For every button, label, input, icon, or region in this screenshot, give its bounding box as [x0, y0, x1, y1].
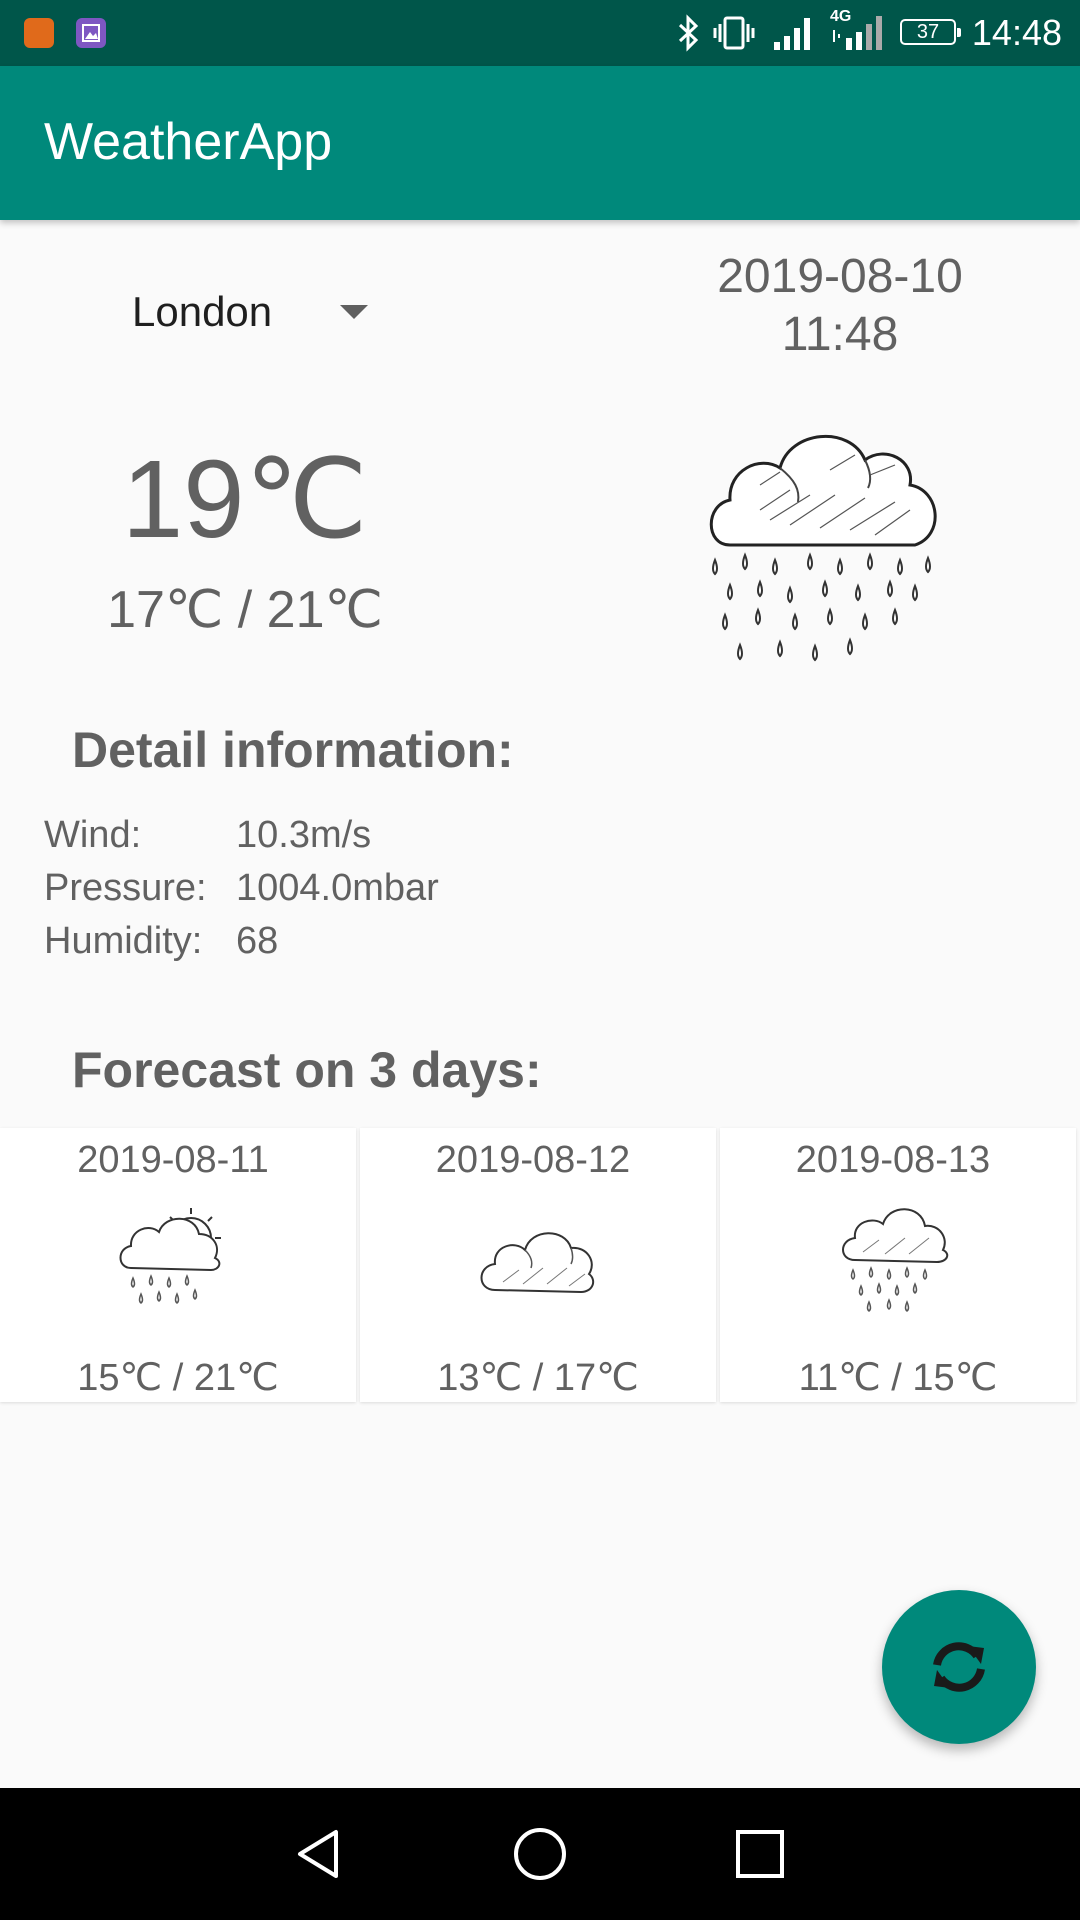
- forecast-card[interactable]: 2019-08-12 13℃ / 17℃: [360, 1128, 716, 1402]
- vibrate-icon: [712, 14, 756, 57]
- app-bar: WeatherApp: [0, 66, 1080, 220]
- navigation-bar: [0, 1788, 1080, 1920]
- city-name: London: [132, 288, 273, 335]
- humidity-value: 68: [236, 920, 279, 962]
- forecast-list: 2019-08-11 15℃ / 21℃ 2019-08-12 13℃ / 17…: [0, 1128, 1080, 1402]
- cloud-icon: [473, 1190, 603, 1320]
- recents-icon[interactable]: [730, 1824, 790, 1884]
- humidity-label: Humidity:: [44, 920, 203, 962]
- forecast-temps: 11℃ / 15℃: [798, 1357, 998, 1399]
- gallery-app-icon: [76, 18, 106, 48]
- status-time: 14:48: [971, 12, 1062, 53]
- current-temperature: 19℃: [122, 438, 368, 561]
- current-time: 11:48: [781, 308, 899, 361]
- pressure-label: Pressure:: [44, 867, 207, 909]
- forecast-temps: 13℃ / 17℃: [437, 1357, 639, 1399]
- signal-4g-icon: 4G: [828, 8, 886, 57]
- battery-icon: 37: [900, 19, 961, 45]
- forecast-temps: 15℃ / 21℃: [77, 1357, 279, 1399]
- current-min-max: 17℃ / 21℃: [107, 581, 383, 639]
- wind-label: Wind:: [44, 814, 142, 856]
- forecast-date: 2019-08-12: [435, 1139, 631, 1181]
- current-date: 2019-08-10: [717, 250, 963, 303]
- pressure-value: 1004.0mbar: [236, 867, 439, 909]
- wind-value: 10.3m/s: [236, 814, 372, 856]
- home-icon[interactable]: [510, 1824, 570, 1884]
- rain-cloud-icon: [700, 410, 960, 680]
- dropdown-arrow-icon: [340, 305, 368, 319]
- refresh-icon: [933, 1642, 985, 1692]
- refresh-button[interactable]: [882, 1590, 1036, 1744]
- forecast-title: Forecast on 3 days:: [72, 1042, 542, 1098]
- rain-cloud-icon: [833, 1190, 963, 1320]
- detail-title: Detail information:: [72, 722, 514, 778]
- signal-icon: [772, 14, 816, 57]
- forecast-date: 2019-08-13: [795, 1139, 991, 1181]
- back-icon[interactable]: [290, 1824, 350, 1884]
- forecast-date: 2019-08-11: [77, 1139, 269, 1181]
- app-title: WeatherApp: [44, 113, 333, 171]
- bluetooth-icon: [676, 14, 702, 57]
- mi-app-icon: [24, 18, 54, 48]
- city-spinner[interactable]: London: [110, 280, 400, 344]
- status-bar: 4G 37 14:48: [0, 0, 1080, 66]
- forecast-card[interactable]: 2019-08-13 11℃ / 15℃: [720, 1128, 1076, 1402]
- network-type-label: 4G: [830, 8, 852, 25]
- forecast-card[interactable]: 2019-08-11 15℃ / 21℃: [0, 1128, 356, 1402]
- sun-rain-cloud-icon: [113, 1190, 243, 1320]
